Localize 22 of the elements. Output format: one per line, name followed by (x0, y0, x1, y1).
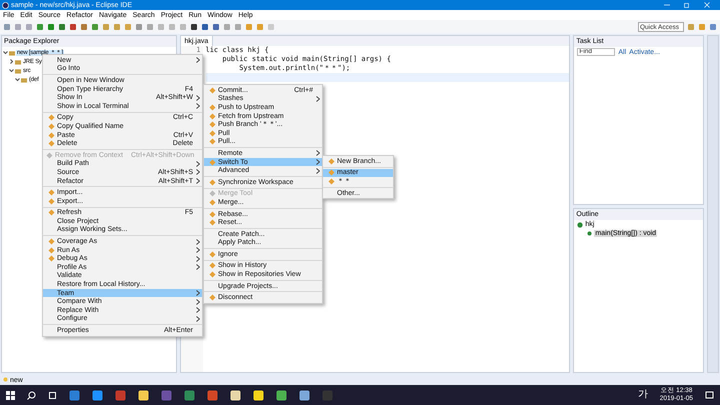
minimize-icon[interactable] (664, 2, 670, 8)
app-icon[interactable] (92, 390, 103, 400)
menu-item-icon (208, 158, 216, 166)
menu-item-icon (208, 294, 216, 302)
windows-logo-icon[interactable] (6, 390, 15, 400)
app-icon[interactable] (230, 390, 241, 400)
app-icon[interactable] (138, 390, 149, 400)
search-icon[interactable] (27, 390, 36, 400)
task-view-icon[interactable] (48, 390, 57, 400)
lightbulb-icon (3, 377, 8, 383)
method-icon (587, 231, 592, 236)
class-icon (577, 222, 584, 228)
ime-indicator[interactable]: 가 (638, 390, 648, 400)
chevron-icon (196, 57, 200, 64)
chevron-icon (316, 96, 320, 102)
notification-icon[interactable] (705, 390, 714, 400)
close-icon[interactable] (704, 2, 710, 8)
app-icon[interactable] (276, 390, 287, 400)
app-icon[interactable] (253, 390, 264, 400)
menu-item-icon (208, 86, 216, 94)
restore-icon[interactable] (684, 2, 690, 8)
app-icon[interactable] (299, 390, 310, 400)
